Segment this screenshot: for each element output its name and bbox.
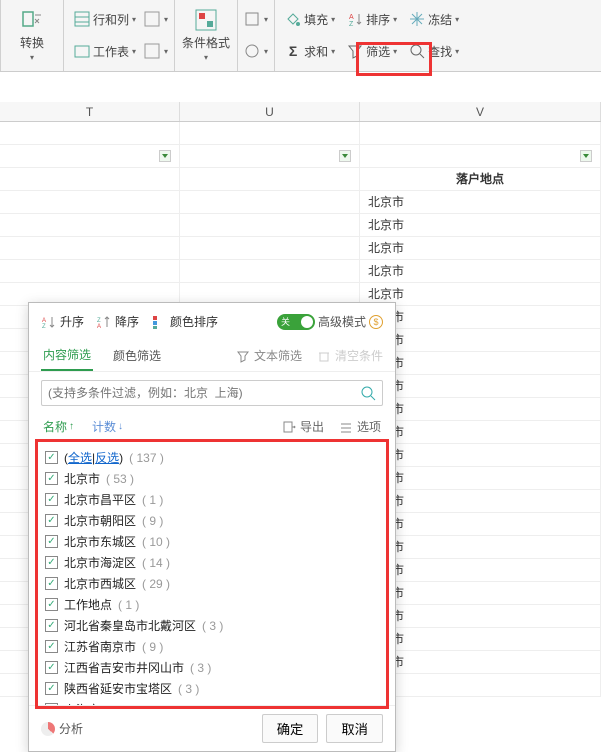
arrow-down-icon: ↓ [118,421,123,432]
sort-icon: AZ [347,11,363,27]
color-sort-icon [151,314,167,330]
trash-icon [316,348,332,364]
data-cell[interactable]: 北京市 [360,421,601,443]
data-cell[interactable]: 北京市 [360,582,601,604]
freeze-icon [409,11,425,27]
data-cell[interactable]: 北京市 [360,444,601,466]
condformat-icon [194,8,218,32]
data-cell[interactable]: 北京市 [360,260,601,282]
ok-button[interactable]: 确定 [262,714,319,743]
data-cell[interactable]: 北京市 [360,375,601,397]
ribbon: 转换▾ 行和列▾ ▾ 工作表▾ ▾ 条件格式▾ ▾ ▾ 填充▾ AZ排序▾ 冻结… [0,0,601,72]
filter-popup: AZ升序 ZA降序 颜色排序 关 高级模式 $ 内容筛选 颜色筛选 文本筛选 清… [28,302,396,752]
tab-color-filter[interactable]: 颜色筛选 [111,341,163,370]
col-u[interactable]: U [180,102,360,121]
sort-asc-button[interactable]: AZ升序 [41,313,84,330]
sort-desc-icon: ZA [96,314,112,330]
data-cell[interactable]: 北京市 [360,352,601,374]
sheet-area: 落户地点 北京市北京市北京市北京市北京市北京市北京市北京市北京市北京市北京市北京… [0,122,601,682]
advanced-mode-toggle[interactable]: 关 高级模式 $ [277,313,383,330]
fill-button[interactable]: 填充▾ [281,9,339,30]
funnel-small-icon [235,348,251,364]
misc-icon-3[interactable] [244,11,260,27]
options-button[interactable]: 选项 [338,418,381,435]
options-icon [338,419,354,435]
condformat-button[interactable]: 条件格式▾ [181,4,231,66]
find-button[interactable]: 查找▾ [405,41,463,62]
toggle-switch-icon: 关 [277,314,315,330]
data-cell[interactable]: 北京市 [360,191,601,213]
sort-button[interactable]: AZ排序▾ [343,9,401,30]
export-button[interactable]: 导出 [281,418,324,435]
rowcols-button[interactable]: 行和列▾ [70,9,140,30]
worksheet-button[interactable]: 工作表▾ [70,41,140,62]
search-icon-small[interactable] [360,385,376,401]
data-cell[interactable]: 北京市 [360,628,601,650]
filter-button[interactable]: 筛选▾ [343,41,401,62]
data-cell[interactable]: 北京市 [360,490,601,512]
svg-text:Z: Z [42,324,46,329]
data-cell[interactable]: 北京市 [360,651,601,673]
col-v[interactable]: V [360,102,601,121]
misc-icon-2[interactable] [144,43,160,59]
column-headers: T U V [0,102,601,122]
name-column-header[interactable]: 名称↑ [43,418,74,435]
export-icon [281,419,297,435]
freeze-button[interactable]: 冻结▾ [405,9,463,30]
svg-text:A: A [97,324,101,329]
arrow-up-icon: ↑ [69,421,74,432]
data-cell[interactable]: 北京市 [360,306,601,328]
cancel-button[interactable]: 取消 [326,714,383,743]
analysis-button[interactable]: 分析 [41,720,83,737]
count-column-header[interactable]: 计数↓ [92,418,123,435]
worksheet-icon [74,43,90,59]
data-cell[interactable]: 北京市 [360,536,601,558]
filter-dropdown-v[interactable] [580,150,592,162]
data-cell[interactable]: 北京市 [360,605,601,627]
convert-label: 转换 [20,34,44,51]
rowcols-icon [74,11,90,27]
search-icon [409,43,425,59]
filter-list-highlight [35,439,389,709]
data-cell[interactable]: 北京市 [360,398,601,420]
data-cell[interactable]: 北京市 [360,214,601,236]
sort-asc-icon: AZ [41,314,57,330]
sigma-icon: Σ [285,43,301,59]
filter-search-field[interactable] [48,386,360,400]
misc-icon-4[interactable] [244,43,260,59]
text-filter-button[interactable]: 文本筛选 [235,347,302,364]
col-t[interactable]: T [0,102,180,121]
data-cell[interactable]: 北京市 [360,329,601,351]
fill-icon [285,11,301,27]
convert-button[interactable]: 转换▾ [7,4,57,66]
filter-search-input[interactable] [41,380,383,406]
header-cell-v[interactable]: 落户地点 [360,168,601,190]
svg-text:A: A [349,14,354,21]
data-cell[interactable]: 北京市 [360,513,601,535]
data-cell[interactable]: 北京市 [360,559,601,581]
filter-dropdown-u[interactable] [339,150,351,162]
sum-button[interactable]: Σ求和▾ [281,41,339,62]
convert-icon [20,8,44,32]
clear-filter-button[interactable]: 清空条件 [316,347,383,364]
filter-dropdown-t[interactable] [159,150,171,162]
color-sort-button[interactable]: 颜色排序 [151,313,218,330]
data-cell[interactable]: 北京市 [360,237,601,259]
misc-icon-1[interactable] [144,11,160,27]
funnel-icon [347,43,363,59]
premium-icon: $ [369,315,383,329]
data-cell[interactable]: 北京市 [360,283,601,305]
svg-text:Z: Z [349,21,354,27]
tab-content-filter[interactable]: 内容筛选 [41,340,93,371]
data-cell[interactable]: 北京市 [360,467,601,489]
sort-desc-button[interactable]: ZA降序 [96,313,139,330]
pie-icon [41,722,55,736]
